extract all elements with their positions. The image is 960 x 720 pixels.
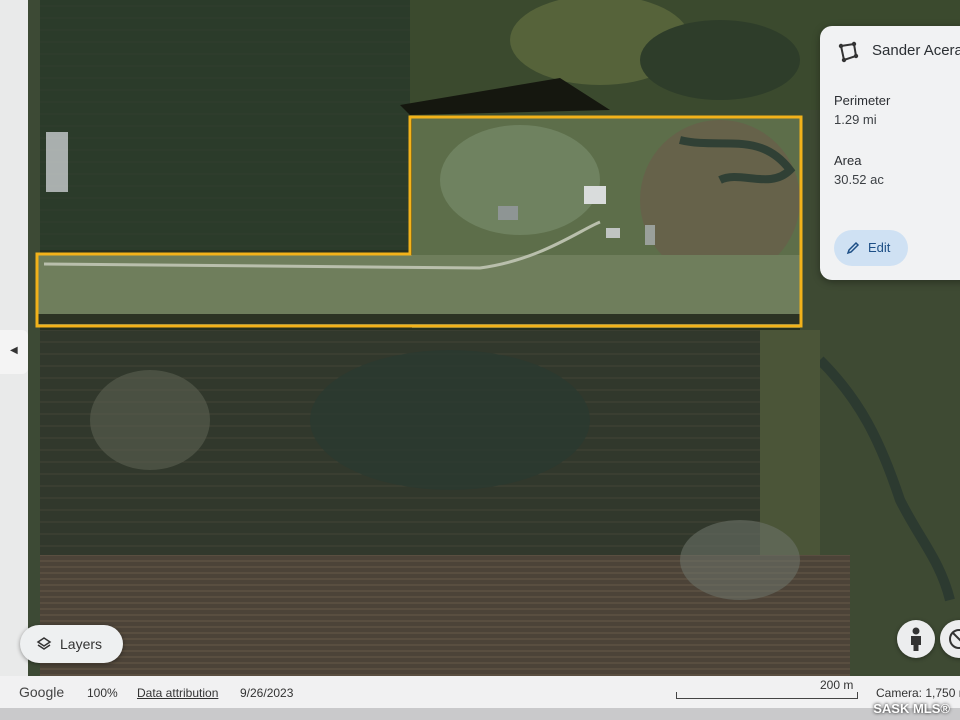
edit-button[interactable]: Edit bbox=[834, 230, 908, 266]
layers-label: Layers bbox=[60, 636, 103, 652]
pegman-icon bbox=[911, 627, 921, 651]
scale-label: 200 m bbox=[820, 678, 854, 692]
screen-edge bbox=[0, 708, 960, 720]
layers-icon bbox=[36, 637, 52, 650]
satellite-map[interactable] bbox=[0, 0, 960, 720]
compass-button[interactable] bbox=[940, 620, 960, 658]
data-attribution-link[interactable]: Data attribution bbox=[137, 686, 218, 700]
area-label: Area bbox=[834, 153, 862, 168]
compass-icon bbox=[949, 629, 960, 649]
pencil-icon bbox=[846, 241, 860, 255]
layers-button[interactable]: Layers bbox=[20, 625, 123, 663]
panel-title: Sander Acera bbox=[872, 42, 960, 59]
street-view-button[interactable] bbox=[897, 620, 935, 658]
perimeter-label: Perimeter bbox=[834, 93, 891, 108]
imagery-date: 9/26/2023 bbox=[240, 686, 294, 700]
google-logo: Google bbox=[19, 684, 65, 700]
measurement-panel: Sander Acera Perimeter 1.29 mi Area 30.5… bbox=[820, 26, 960, 280]
sask-mls-watermark: SASK MLS® bbox=[873, 701, 950, 716]
camera-altitude: Camera: 1,750 m bbox=[876, 686, 960, 700]
zoom-level: 100% bbox=[87, 686, 118, 700]
perimeter-value: 1.29 mi bbox=[834, 112, 877, 127]
polygon-icon bbox=[838, 41, 859, 63]
edit-label: Edit bbox=[868, 240, 891, 255]
chevron-left-icon: ◀ bbox=[10, 345, 18, 356]
area-value: 30.52 ac bbox=[834, 172, 884, 187]
scale-bar bbox=[676, 692, 858, 699]
collapse-panel-button[interactable]: ◀ bbox=[0, 330, 28, 374]
status-bar: Google 100% Data attribution 9/26/2023 2… bbox=[0, 676, 960, 708]
